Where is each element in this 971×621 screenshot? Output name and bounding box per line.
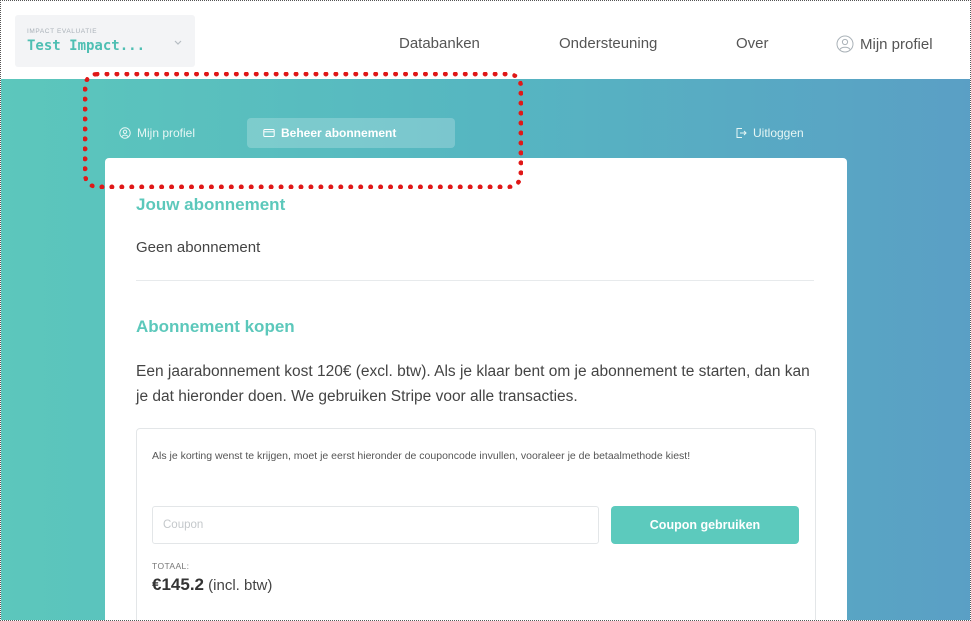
- coupon-panel: Als je korting wenst te krijgen, moet je…: [136, 428, 816, 620]
- apply-coupon-button[interactable]: Coupon gebruiken: [611, 506, 799, 544]
- logout-icon: [736, 128, 747, 138]
- subnav-profile-label: Mijn profiel: [137, 126, 196, 140]
- coupon-note: Als je korting wenst te krijgen, moet je…: [152, 450, 691, 462]
- subscription-status: Geen abonnement: [136, 239, 261, 256]
- subnav-profile[interactable]: Mijn profiel: [119, 118, 195, 148]
- total-line: €145.2 (incl. btw): [152, 575, 272, 595]
- total-suffix: (incl. btw): [208, 577, 273, 594]
- app-window: IMPACT EVALUATIE Test Impact... Databank…: [0, 0, 971, 621]
- user-circle-icon: [836, 35, 854, 53]
- project-sublabel: IMPACT EVALUATIE: [27, 28, 98, 35]
- nav-ondersteuning[interactable]: Ondersteuning: [559, 35, 657, 52]
- nav-over[interactable]: Over: [736, 35, 769, 52]
- chevron-down-icon: [174, 40, 182, 45]
- subnav-logout-label: Uitloggen: [753, 126, 804, 140]
- credit-card-icon: [263, 129, 275, 137]
- subscription-card: Jouw abonnement Geen abonnement Abonneme…: [105, 158, 847, 620]
- user-circle-icon: [119, 127, 131, 139]
- purchase-title: Abonnement kopen: [136, 317, 295, 336]
- nav-databanken[interactable]: Databanken: [399, 35, 480, 52]
- project-name: Test Impact...: [27, 38, 146, 54]
- coupon-input[interactable]: [152, 506, 599, 544]
- subnav-logout[interactable]: Uitloggen: [735, 118, 804, 148]
- top-navigation-bar: IMPACT EVALUATIE Test Impact... Databank…: [1, 1, 970, 79]
- project-selector[interactable]: IMPACT EVALUATIE Test Impact...: [15, 15, 195, 67]
- total-amount: €145.2: [152, 575, 204, 594]
- subnav-subscription[interactable]: Beheer abonnement: [247, 118, 455, 148]
- nav-profile-label: Mijn profiel: [860, 35, 933, 53]
- purchase-description: Een jaarabonnement kost 120€ (excl. btw)…: [136, 363, 810, 405]
- divider: [136, 280, 814, 281]
- nav-profile[interactable]: Mijn profiel: [836, 35, 933, 53]
- subscription-title: Jouw abonnement: [136, 195, 286, 214]
- total-label: TOTAAL:: [152, 561, 190, 571]
- subnav-subscription-label: Beheer abonnement: [281, 126, 397, 140]
